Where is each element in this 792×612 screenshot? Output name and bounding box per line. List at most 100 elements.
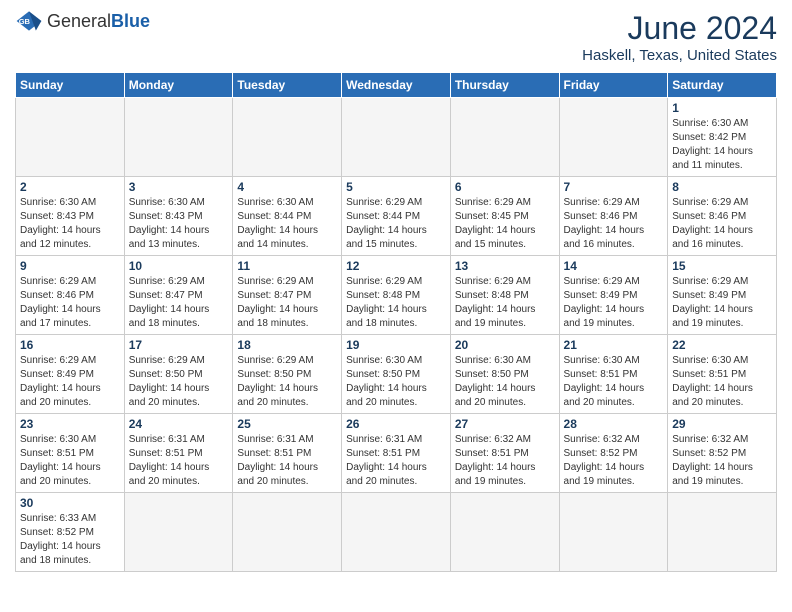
day-number: 16 xyxy=(20,338,120,352)
calendar-cell: 28 Sunrise: 6:32 AM Sunset: 8:52 PM Dayli… xyxy=(559,414,668,493)
col-thursday: Thursday xyxy=(450,73,559,98)
day-info: Sunrise: 6:29 AM Sunset: 8:48 PM Dayligh… xyxy=(455,275,555,331)
day-number: 28 xyxy=(564,417,664,431)
calendar-cell: 19 Sunrise: 6:30 AM Sunset: 8:50 PM Dayli… xyxy=(342,335,451,414)
col-saturday: Saturday xyxy=(668,73,777,98)
day-number: 7 xyxy=(564,180,664,194)
day-number: 30 xyxy=(20,496,120,510)
day-info: Sunrise: 6:30 AM Sunset: 8:43 PM Dayligh… xyxy=(129,196,229,252)
calendar-header-row: Sunday Monday Tuesday Wednesday Thursday… xyxy=(16,73,777,98)
calendar-cell xyxy=(233,493,342,572)
calendar-cell: 11 Sunrise: 6:29 AM Sunset: 8:47 PM Dayli… xyxy=(233,256,342,335)
day-number: 15 xyxy=(672,259,772,273)
day-number: 17 xyxy=(129,338,229,352)
day-number: 8 xyxy=(672,180,772,194)
day-info: Sunrise: 6:29 AM Sunset: 8:49 PM Dayligh… xyxy=(672,275,772,331)
day-number: 29 xyxy=(672,417,772,431)
calendar-cell xyxy=(450,493,559,572)
calendar-cell xyxy=(450,98,559,177)
day-info: Sunrise: 6:29 AM Sunset: 8:47 PM Dayligh… xyxy=(129,275,229,331)
calendar-week-row: 16 Sunrise: 6:29 AM Sunset: 8:49 PM Dayli… xyxy=(16,335,777,414)
calendar-week-row: 23 Sunrise: 6:30 AM Sunset: 8:51 PM Dayli… xyxy=(16,414,777,493)
day-info: Sunrise: 6:30 AM Sunset: 8:43 PM Dayligh… xyxy=(20,196,120,252)
col-monday: Monday xyxy=(124,73,233,98)
calendar-cell: 6Sunrise: 6:29 AM Sunset: 8:45 PM Daylig… xyxy=(450,177,559,256)
day-info: Sunrise: 6:31 AM Sunset: 8:51 PM Dayligh… xyxy=(129,433,229,489)
day-info: Sunrise: 6:32 AM Sunset: 8:52 PM Dayligh… xyxy=(672,433,772,489)
day-info: Sunrise: 6:29 AM Sunset: 8:44 PM Dayligh… xyxy=(346,196,446,252)
general-blue-logo-icon: GB xyxy=(15,10,43,32)
calendar-cell xyxy=(16,98,125,177)
calendar-week-row: 1 Sunrise: 6:30 AM Sunset: 8:42 PM Daylig… xyxy=(16,98,777,177)
day-number: 3 xyxy=(129,180,229,194)
title-area: June 2024 Haskell, Texas, United States xyxy=(582,10,777,64)
col-friday: Friday xyxy=(559,73,668,98)
calendar-cell: 2Sunrise: 6:30 AM Sunset: 8:43 PM Daylig… xyxy=(16,177,125,256)
day-info: Sunrise: 6:29 AM Sunset: 8:45 PM Dayligh… xyxy=(455,196,555,252)
day-number: 11 xyxy=(237,259,337,273)
calendar-cell: 27 Sunrise: 6:32 AM Sunset: 8:51 PM Dayli… xyxy=(450,414,559,493)
day-info: Sunrise: 6:29 AM Sunset: 8:46 PM Dayligh… xyxy=(672,196,772,252)
calendar-cell: 23 Sunrise: 6:30 AM Sunset: 8:51 PM Dayli… xyxy=(16,414,125,493)
month-year-title: June 2024 xyxy=(582,10,777,47)
day-number: 9 xyxy=(20,259,120,273)
header: GB GeneralBlue June 2024 Haskell, Texas,… xyxy=(15,10,777,64)
day-info: Sunrise: 6:31 AM Sunset: 8:51 PM Dayligh… xyxy=(237,433,337,489)
calendar-cell: 22Sunrise: 6:30 AM Sunset: 8:51 PM Dayli… xyxy=(668,335,777,414)
logo: GB GeneralBlue xyxy=(15,10,150,32)
calendar-cell: 12Sunrise: 6:29 AM Sunset: 8:48 PM Dayli… xyxy=(342,256,451,335)
day-number: 10 xyxy=(129,259,229,273)
day-info: Sunrise: 6:30 AM Sunset: 8:44 PM Dayligh… xyxy=(237,196,337,252)
day-number: 26 xyxy=(346,417,446,431)
calendar-cell: 20Sunrise: 6:30 AM Sunset: 8:50 PM Dayli… xyxy=(450,335,559,414)
calendar-cell: 16 Sunrise: 6:29 AM Sunset: 8:49 PM Dayli… xyxy=(16,335,125,414)
calendar-cell xyxy=(342,493,451,572)
day-info: Sunrise: 6:30 AM Sunset: 8:51 PM Dayligh… xyxy=(20,433,120,489)
day-info: Sunrise: 6:30 AM Sunset: 8:51 PM Dayligh… xyxy=(564,354,664,410)
calendar-cell: 9 Sunrise: 6:29 AM Sunset: 8:46 PM Daylig… xyxy=(16,256,125,335)
day-number: 24 xyxy=(129,417,229,431)
calendar-cell: 3 Sunrise: 6:30 AM Sunset: 8:43 PM Daylig… xyxy=(124,177,233,256)
calendar-cell xyxy=(559,98,668,177)
day-number: 21 xyxy=(564,338,664,352)
day-info: Sunrise: 6:29 AM Sunset: 8:50 PM Dayligh… xyxy=(237,354,337,410)
calendar-cell xyxy=(559,493,668,572)
day-number: 23 xyxy=(20,417,120,431)
day-info: Sunrise: 6:32 AM Sunset: 8:51 PM Dayligh… xyxy=(455,433,555,489)
day-number: 4 xyxy=(237,180,337,194)
day-info: Sunrise: 6:30 AM Sunset: 8:50 PM Dayligh… xyxy=(346,354,446,410)
day-info: Sunrise: 6:31 AM Sunset: 8:51 PM Dayligh… xyxy=(346,433,446,489)
day-info: Sunrise: 6:32 AM Sunset: 8:52 PM Dayligh… xyxy=(564,433,664,489)
calendar-cell: 30Sunrise: 6:33 AM Sunset: 8:52 PM Dayli… xyxy=(16,493,125,572)
calendar-cell: 7 Sunrise: 6:29 AM Sunset: 8:46 PM Daylig… xyxy=(559,177,668,256)
calendar-cell: 26 Sunrise: 6:31 AM Sunset: 8:51 PM Dayli… xyxy=(342,414,451,493)
day-info: Sunrise: 6:29 AM Sunset: 8:46 PM Dayligh… xyxy=(564,196,664,252)
calendar-cell: 13 Sunrise: 6:29 AM Sunset: 8:48 PM Dayli… xyxy=(450,256,559,335)
day-info: Sunrise: 6:29 AM Sunset: 8:49 PM Dayligh… xyxy=(20,354,120,410)
calendar-week-row: 30Sunrise: 6:33 AM Sunset: 8:52 PM Dayli… xyxy=(16,493,777,572)
calendar-cell xyxy=(668,493,777,572)
day-number: 20 xyxy=(455,338,555,352)
day-info: Sunrise: 6:29 AM Sunset: 8:47 PM Dayligh… xyxy=(237,275,337,331)
calendar-cell xyxy=(342,98,451,177)
calendar-cell: 25 Sunrise: 6:31 AM Sunset: 8:51 PM Dayli… xyxy=(233,414,342,493)
day-info: Sunrise: 6:29 AM Sunset: 8:46 PM Dayligh… xyxy=(20,275,120,331)
calendar-cell: 18Sunrise: 6:29 AM Sunset: 8:50 PM Dayli… xyxy=(233,335,342,414)
logo-text: GeneralBlue xyxy=(47,11,150,32)
calendar-cell: 29 Sunrise: 6:32 AM Sunset: 8:52 PM Dayli… xyxy=(668,414,777,493)
day-number: 12 xyxy=(346,259,446,273)
calendar-cell: 21 Sunrise: 6:30 AM Sunset: 8:51 PM Dayli… xyxy=(559,335,668,414)
day-info: Sunrise: 6:30 AM Sunset: 8:42 PM Dayligh… xyxy=(672,117,772,173)
calendar-week-row: 9 Sunrise: 6:29 AM Sunset: 8:46 PM Daylig… xyxy=(16,256,777,335)
day-number: 1 xyxy=(672,101,772,115)
calendar-cell: 15 Sunrise: 6:29 AM Sunset: 8:49 PM Dayli… xyxy=(668,256,777,335)
day-info: Sunrise: 6:29 AM Sunset: 8:50 PM Dayligh… xyxy=(129,354,229,410)
calendar-table: Sunday Monday Tuesday Wednesday Thursday… xyxy=(15,72,777,572)
day-number: 13 xyxy=(455,259,555,273)
day-info: Sunrise: 6:29 AM Sunset: 8:49 PM Dayligh… xyxy=(564,275,664,331)
day-number: 25 xyxy=(237,417,337,431)
day-number: 19 xyxy=(346,338,446,352)
day-number: 22 xyxy=(672,338,772,352)
day-number: 27 xyxy=(455,417,555,431)
calendar-cell: 10 Sunrise: 6:29 AM Sunset: 8:47 PM Dayli… xyxy=(124,256,233,335)
